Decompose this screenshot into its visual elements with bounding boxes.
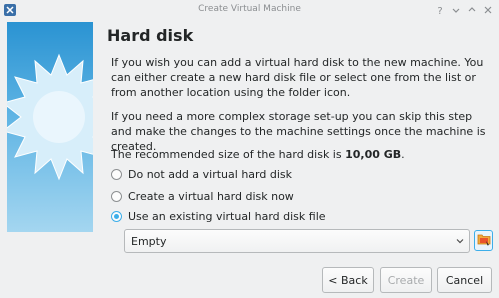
choose-disk-file-button[interactable] [474,230,493,251]
disk-file-combobox-value: Empty [131,234,167,248]
page-title: Hard disk [107,26,194,45]
option-create-disk-label: Create a virtual hard disk now [128,189,294,203]
wizard-side-illustration [7,22,93,232]
option-no-disk-label: Do not add a virtual hard disk [128,167,292,181]
maximize-icon[interactable] [465,3,479,17]
option-create-disk[interactable]: Create a virtual hard disk now [111,189,294,203]
recommended-size-suffix: . [401,148,405,161]
radio-create-disk[interactable] [111,190,122,202]
description-text: If you wish you can add a virtual hard d… [111,56,484,99]
help-icon[interactable]: ? [433,3,447,17]
minimize-icon[interactable] [449,3,463,17]
create-button[interactable]: Create [380,267,432,293]
window-title: Create Virtual Machine [198,4,301,14]
disk-file-combobox[interactable]: Empty [124,229,470,253]
svg-text:?: ? [437,6,442,15]
recommended-size-prefix: The recommended size of the hard disk is [111,148,346,161]
option-existing-disk-label: Use an existing virtual hard disk file [128,209,326,223]
radio-existing-disk[interactable] [111,210,122,222]
radio-no-disk[interactable] [111,168,122,180]
chevron-down-icon [455,236,465,246]
close-icon[interactable] [481,3,495,17]
back-button[interactable]: < Back [322,267,374,293]
cancel-button[interactable]: Cancel [437,267,492,293]
title-bar: Create Virtual Machine ? [0,0,499,21]
option-existing-disk[interactable]: Use an existing virtual hard disk file [111,209,326,223]
recommended-size-value: 10,00 GB [345,148,402,161]
recommended-size-text: The recommended size of the hard disk is… [111,147,491,162]
folder-icon [477,232,491,249]
option-no-disk[interactable]: Do not add a virtual hard disk [111,167,292,181]
